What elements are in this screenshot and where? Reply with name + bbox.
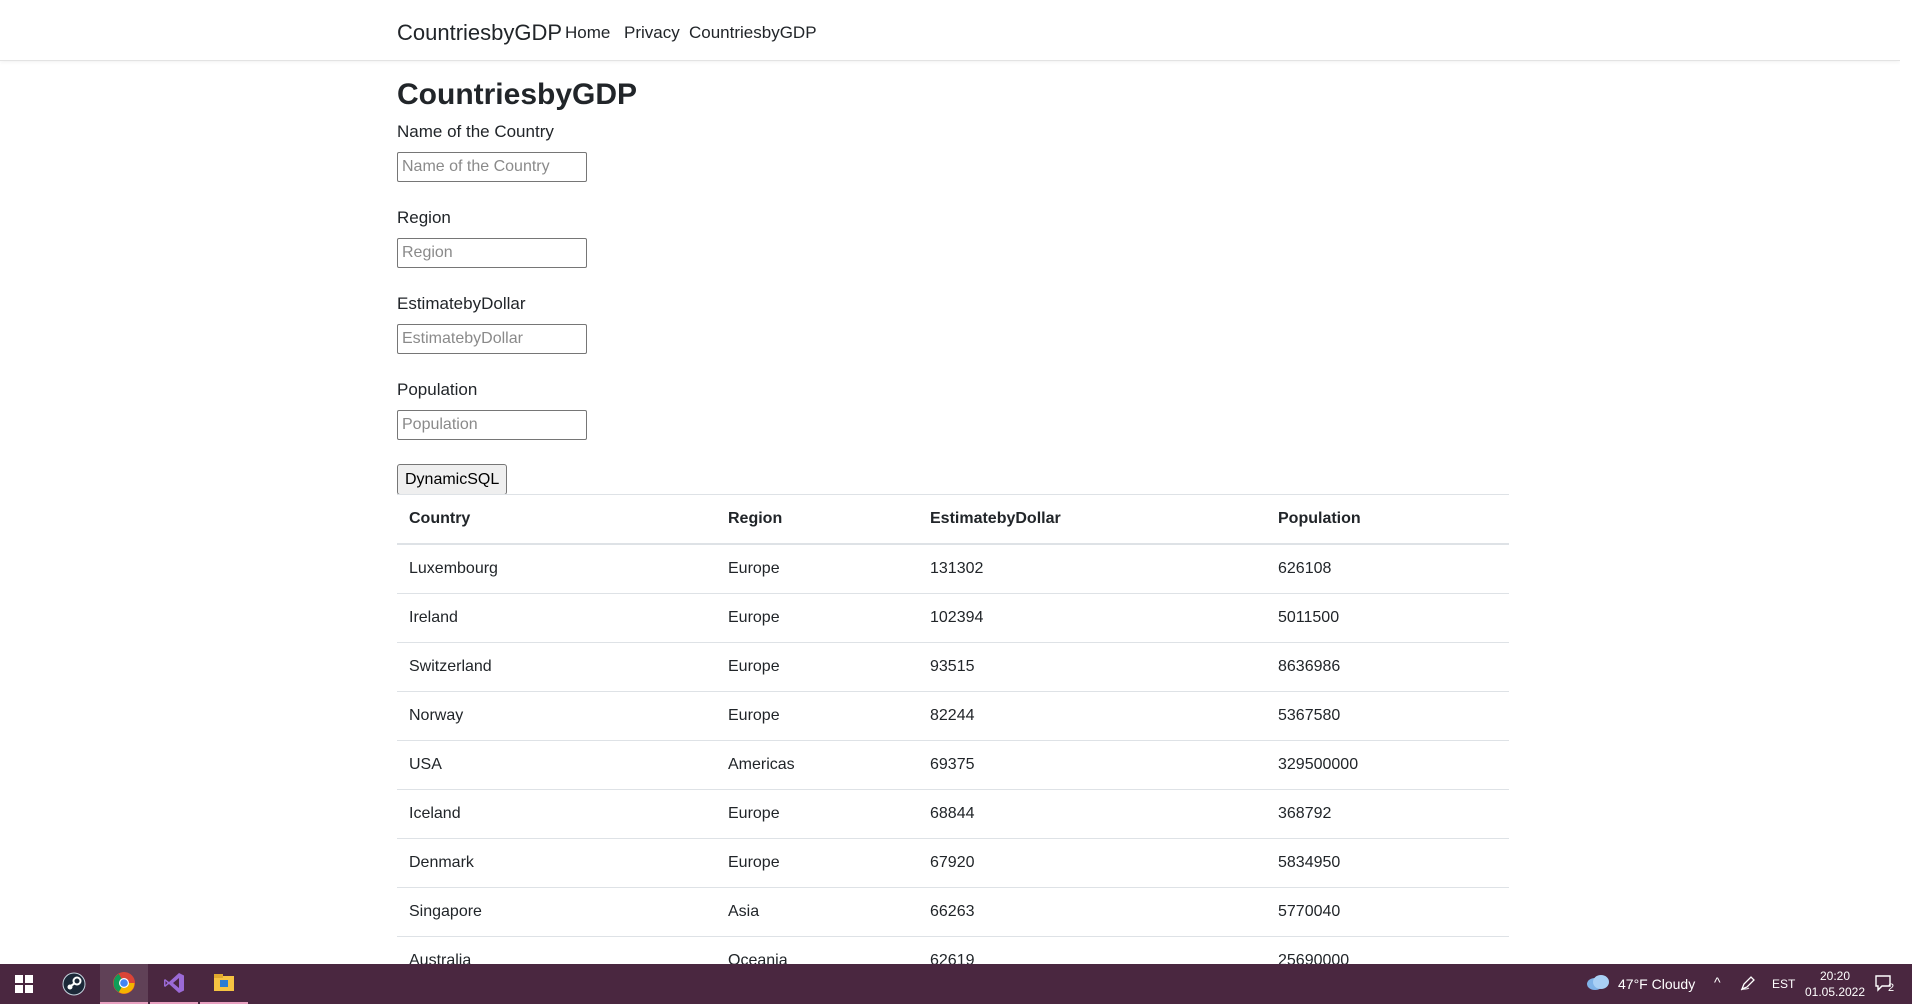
column-header-population: Population [1278,510,1361,527]
cell-estimate: 66263 [930,903,975,920]
clock-time: 20:20 [1819,969,1851,983]
cell-region: Europe [728,658,780,675]
cell-country: USA [409,756,442,773]
cell-estimate: 69375 [930,756,975,773]
cell-population: 5011500 [1278,609,1340,626]
cell-region: Europe [728,560,780,577]
clock[interactable]: 20:20 01.05.2022 [1804,968,1866,1000]
cell-country: Ireland [409,609,458,626]
cell-country: Switzerland [409,658,492,675]
table-row: Denmark Europe 67920 5834950 [397,839,1509,888]
cell-region: Europe [728,609,780,626]
chrome-icon[interactable] [100,964,148,1004]
cell-population: 8636986 [1278,658,1341,675]
estimate-label: EstimatebyDollar [397,294,526,313]
nav-link-home[interactable]: Home [565,23,610,43]
table-row: Iceland Europe 68844 368792 [397,790,1509,839]
cell-country: Denmark [409,854,474,871]
cell-population: 5834950 [1278,854,1341,871]
table-row: Australia Oceania 62619 25690000 [397,937,1509,964]
cell-region: Asia [728,903,760,920]
countries-table: Country Region EstimatebyDollar Populati… [397,494,1509,964]
column-header-country: Country [409,510,471,527]
table-header: Country Region EstimatebyDollar Populati… [397,495,1509,545]
cell-estimate: 62619 [930,952,975,964]
region-input[interactable] [397,238,587,268]
cell-country: Norway [409,707,464,724]
cell-region: Europe [728,707,780,724]
steam-icon[interactable] [50,964,98,1004]
cell-estimate: 68844 [930,805,975,822]
cloud-icon[interactable] [1586,973,1610,994]
navbar: CountriesbyGDP Home Privacy CountriesbyG… [0,0,1900,61]
cell-country: Iceland [409,805,461,822]
file-explorer-icon[interactable] [200,964,248,1004]
country-name-label: Name of the Country [397,122,554,141]
cell-estimate: 93515 [930,658,975,675]
cell-country: Singapore [409,903,482,920]
windows-start-icon[interactable] [0,964,48,1004]
table-body: Luxembourg Europe 131302 626108 Ireland Europ… [397,545,1509,964]
cell-estimate: 82244 [930,707,975,724]
cell-estimate: 67920 [930,854,975,871]
population-label: Population [397,380,478,399]
cell-population: 626108 [1278,560,1332,577]
visual-studio-icon[interactable] [150,964,198,1004]
country-name-input[interactable] [397,152,587,182]
estimate-input[interactable] [397,324,587,354]
column-header-region: Region [728,510,783,527]
cell-region: Europe [728,854,780,871]
cell-country: Australia [409,952,472,964]
cell-population: 25690000 [1278,952,1350,964]
chevron-up-icon[interactable]: ^ [1714,974,1721,990]
cell-population: 5367580 [1278,707,1341,724]
cell-region: Oceania [728,952,788,964]
cell-region: Europe [728,805,780,822]
table-row: Luxembourg Europe 131302 626108 [397,545,1509,594]
cell-country: Luxembourg [409,560,498,577]
cell-estimate: 102394 [930,609,984,626]
table-row: Norway Europe 82244 5367580 [397,692,1509,741]
region-label: Region [397,208,451,227]
language-indicator[interactable]: EST [1772,977,1795,991]
table-row: Singapore Asia 66263 5770040 [397,888,1509,937]
navbar-brand[interactable]: CountriesbyGDP [397,20,562,46]
cell-region: Americas [728,756,795,773]
browser-viewport: CountriesbyGDP Home Privacy CountriesbyG… [0,0,1900,964]
nav-link-countriesbygdp[interactable]: CountriesbyGDP [689,23,817,43]
dynamicsql-button[interactable]: DynamicSQL [397,464,508,495]
cell-estimate: 131302 [930,560,984,577]
table-row: USA Americas 69375 329500000 [397,741,1509,790]
table-row: Ireland Europe 102394 5011500 [397,594,1509,643]
population-input[interactable] [397,410,587,440]
column-header-estimate: EstimatebyDollar [930,510,1061,527]
clock-date: 01.05.2022 [1804,985,1866,999]
taskbar: 47°F Cloudy ^ EST 20:20 01.05.2022 2 [0,964,1912,1004]
weather-text[interactable]: 47°F Cloudy [1618,976,1695,992]
page-title: CountriesbyGDP [397,78,638,111]
pen-icon[interactable] [1740,975,1756,994]
nav-link-privacy[interactable]: Privacy [624,23,680,43]
cell-population: 368792 [1278,805,1332,822]
cell-population: 5770040 [1278,903,1341,920]
cell-population: 329500000 [1278,756,1359,773]
notification-count: 2 [1888,982,1895,994]
table-row: Switzerland Europe 93515 8636986 [397,643,1509,692]
